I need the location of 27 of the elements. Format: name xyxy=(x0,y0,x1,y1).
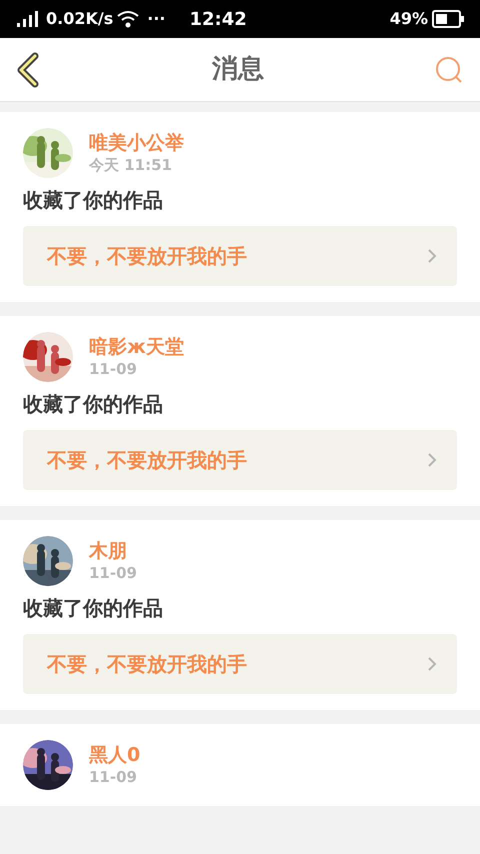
message-time: 今天 11:51 xyxy=(89,155,173,175)
work-link[interactable]: 不要，不要放开我的手 xyxy=(23,634,457,694)
chevron-right-icon xyxy=(427,248,437,264)
page-title: 消息 xyxy=(212,53,264,86)
user-name[interactable]: 黑人0 xyxy=(89,743,140,767)
signal-icon xyxy=(16,10,38,28)
action-text: 收藏了你的作品 xyxy=(23,187,164,214)
user-name[interactable]: 暗影ж天堂 xyxy=(89,335,184,359)
back-icon xyxy=(16,52,40,88)
action-text: 收藏了你的作品 xyxy=(23,595,164,622)
message-time: 11-09 xyxy=(89,359,138,379)
work-link[interactable]: 不要，不要放开我的手 xyxy=(23,430,457,490)
action-text: 收藏了你的作品 xyxy=(23,391,164,418)
battery-percent: 49% xyxy=(390,8,428,30)
user-name[interactable]: 唯美小公举 xyxy=(89,131,184,155)
message-time: 11-09 xyxy=(89,563,137,583)
wifi-icon xyxy=(117,10,140,28)
search-icon xyxy=(435,56,463,84)
message-time: 11-09 xyxy=(89,767,138,787)
chevron-right-icon xyxy=(427,452,437,468)
user-name[interactable]: 木朋 xyxy=(89,539,137,563)
work-link[interactable]: 不要，不要放开我的手 xyxy=(23,226,457,286)
chevron-right-icon xyxy=(427,656,437,672)
battery-icon xyxy=(432,10,464,28)
clock: 12:42 xyxy=(189,8,247,32)
more-indicator: ··· xyxy=(147,8,166,30)
network-speed: 0.02K/s xyxy=(46,8,114,30)
